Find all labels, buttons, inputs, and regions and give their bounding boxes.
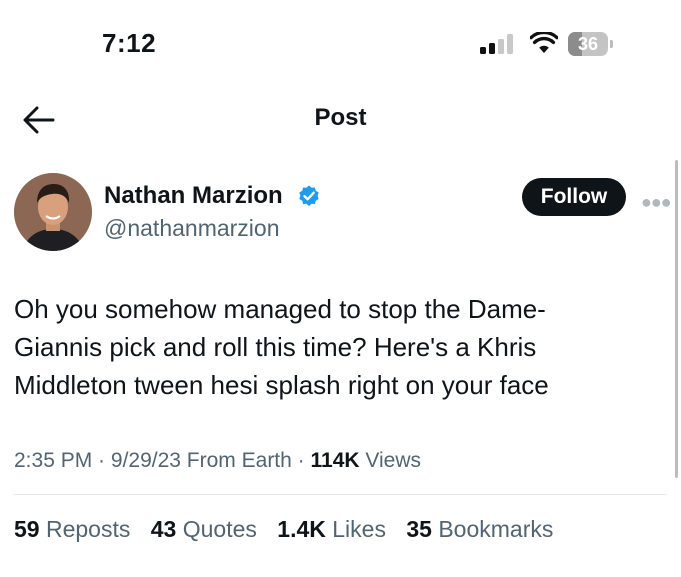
likes-stat[interactable]: 1.4K Likes	[277, 516, 386, 542]
views-label[interactable]: Views	[360, 449, 421, 472]
quotes-label: Quotes	[176, 516, 257, 542]
tweet-meta: 2:35 PM · 9/29/23 From Earth · 114K View…	[14, 449, 421, 473]
tweet-date[interactable]: 9/29/23	[111, 449, 181, 472]
author-handle[interactable]: @nathanmarzion	[104, 215, 280, 242]
likes-label: Likes	[325, 516, 386, 542]
engagement-stats: 59 Reposts 43 Quotes 1.4K Likes 35 Bookm…	[14, 516, 567, 543]
reposts-count: 59	[14, 516, 40, 542]
quotes-stat[interactable]: 43 Quotes	[151, 516, 257, 542]
verified-badge-icon	[297, 184, 321, 208]
follow-button[interactable]: Follow	[522, 178, 626, 216]
bookmarks-count: 35	[406, 516, 432, 542]
status-time: 7:12	[102, 28, 157, 58]
likes-count: 1.4K	[277, 516, 326, 542]
arrow-left-icon	[23, 106, 55, 134]
tweet-text: Oh you somehow managed to stop the Dame-…	[14, 294, 549, 400]
avatar[interactable]	[14, 173, 92, 251]
tweet-location: From Earth	[180, 449, 292, 472]
meta-separator: ·	[291, 449, 311, 472]
wifi-icon	[529, 30, 559, 54]
scrollbar[interactable]	[675, 160, 678, 478]
quotes-count: 43	[150, 516, 177, 542]
views-count[interactable]: 114K	[311, 449, 360, 472]
meta-separator: ·	[92, 449, 111, 472]
page-title: Post	[314, 104, 367, 131]
author-name[interactable]: Nathan Marzion	[104, 182, 283, 210]
avatar-image	[14, 173, 92, 251]
bookmarks-label: Bookmarks	[431, 516, 554, 542]
back-button[interactable]	[22, 104, 56, 136]
reposts-label: Reposts	[39, 516, 131, 542]
cellular-signal-icon	[480, 34, 518, 54]
more-options-icon[interactable]: ●●●	[641, 192, 672, 213]
battery-icon: 36	[568, 32, 614, 56]
bookmarks-stat[interactable]: 35 Bookmarks	[406, 516, 553, 542]
battery-level: 36	[577, 34, 599, 54]
reposts-stat[interactable]: 59 Reposts	[14, 516, 130, 542]
tweet-time[interactable]: 2:35 PM	[14, 449, 92, 472]
divider	[14, 494, 666, 495]
